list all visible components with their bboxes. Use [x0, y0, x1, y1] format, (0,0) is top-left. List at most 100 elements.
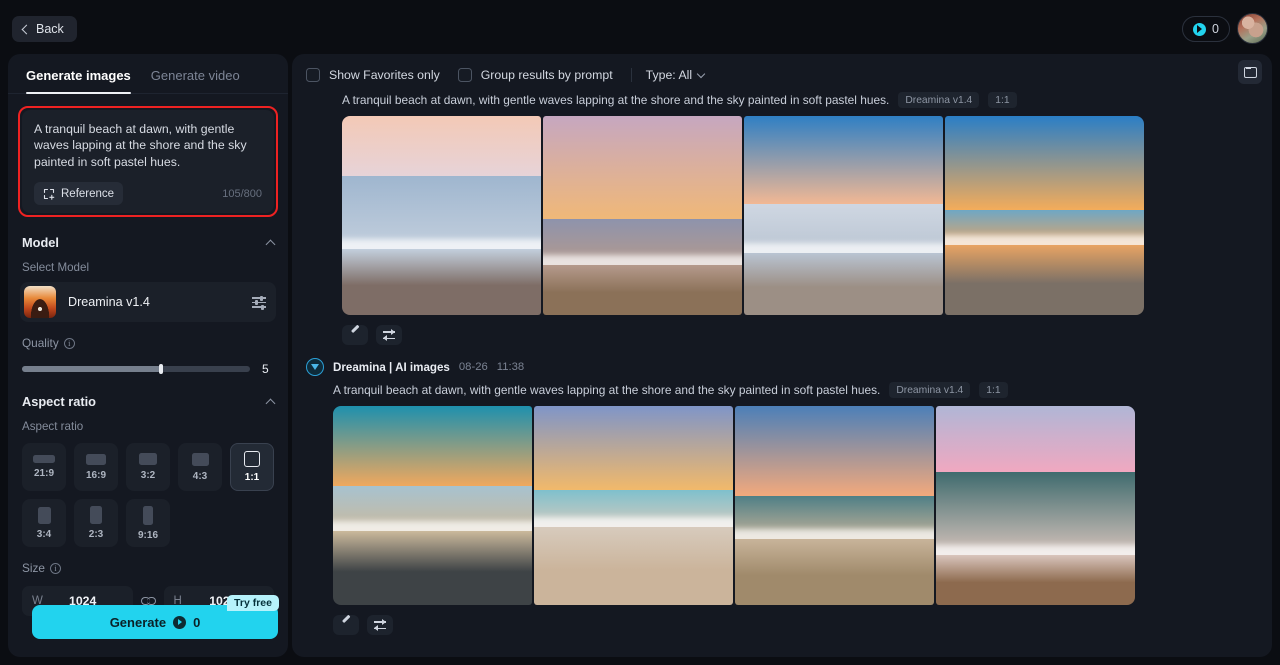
quality-slider[interactable]: [22, 364, 250, 374]
image-sand: [936, 555, 1135, 605]
select-model-label: Select Model: [22, 261, 90, 274]
result-image-purple-sunset-beach[interactable]: [543, 116, 742, 315]
prompt-box[interactable]: A tranquil beach at dawn, with gentle wa…: [22, 110, 274, 213]
quality-slider-knob[interactable]: [158, 364, 163, 374]
swap-arrows-icon: [374, 619, 386, 631]
aspect-ratio-shape-icon: [143, 505, 153, 525]
result-image-pastel-blue-beach[interactable]: [342, 116, 541, 315]
chevron-up-icon[interactable]: [265, 398, 276, 408]
back-button-label: Back: [36, 22, 64, 36]
credits-badge[interactable]: 0: [1182, 16, 1230, 42]
group-by-prompt-label: Group results by prompt: [480, 68, 613, 82]
image-sand: [333, 531, 532, 605]
result-row-actions: [306, 315, 1258, 345]
sliders-icon[interactable]: [252, 295, 266, 310]
pencil-icon: [350, 330, 361, 341]
generate-button[interactable]: Generate 0 Try free: [32, 595, 279, 639]
coin-icon: [173, 615, 187, 629]
size-label: Size: [22, 561, 45, 575]
image-sky: [936, 406, 1135, 472]
aspect-ratio-label: 2:3: [88, 529, 104, 540]
type-filter-dropdown[interactable]: Type: All: [646, 68, 706, 82]
quality-slider-fill: [22, 366, 162, 372]
group-by-prompt-filter[interactable]: Group results by prompt: [457, 68, 613, 82]
result-prompt-text: A tranquil beach at dawn, with gentle wa…: [342, 93, 890, 107]
folder-button[interactable]: [1238, 60, 1262, 84]
aspect-ratio-shape-icon: [90, 506, 102, 524]
edit-button[interactable]: [333, 615, 359, 635]
aspect-ratio-shape-icon: [33, 455, 55, 463]
top-bar: Back 0: [0, 0, 1280, 52]
tab-generate-images[interactable]: Generate images: [26, 68, 131, 94]
edit-button[interactable]: [342, 325, 368, 345]
aspect-ratio-shape-icon: [86, 453, 106, 465]
result-ratio-badge: 1:1: [979, 382, 1008, 398]
result-image-row: [306, 398, 1258, 605]
favorites-filter[interactable]: Show Favorites only: [306, 68, 440, 82]
coin-icon: [1193, 22, 1206, 36]
folder-icon: [1243, 66, 1257, 78]
image-sand: [744, 253, 943, 315]
result-image-pink-pastel-surf[interactable]: [936, 406, 1135, 605]
model-section-title: Model: [22, 235, 59, 250]
result-image-breaking-wave-beach[interactable]: [534, 406, 733, 605]
aspect-ratio-16-9[interactable]: 16:9: [74, 443, 118, 491]
image-sand: [543, 265, 742, 315]
tab-generate-video-label: Generate video: [150, 68, 240, 83]
aspect-ratio-grid: 21:9 16:9 3:2 4:3 1:1 3:4 2:3 9:16: [8, 433, 288, 547]
aspect-ratio-1-1[interactable]: 1:1: [230, 443, 274, 491]
results-scroll-area[interactable]: A tranquil beach at dawn, with gentle wa…: [292, 86, 1272, 657]
group-by-prompt-checkbox[interactable]: [457, 68, 472, 82]
back-button[interactable]: Back: [12, 16, 77, 42]
credits-value: 0: [1212, 22, 1219, 36]
swap-arrows-icon: [383, 329, 395, 341]
quality-label: Quality: [22, 336, 59, 350]
size-label-row: Size i: [8, 561, 288, 575]
aspect-ratio-label: 3:4: [36, 528, 52, 540]
aspect-ratio-4-3[interactable]: 4:3: [178, 443, 222, 491]
result-group-time: 11:38: [496, 361, 525, 373]
aspect-ratio-2-3[interactable]: 2:3: [74, 499, 118, 547]
info-icon[interactable]: i: [63, 337, 75, 349]
regenerate-button[interactable]: [376, 325, 402, 345]
avatar[interactable]: [1237, 13, 1268, 44]
regenerate-button[interactable]: [367, 615, 393, 635]
image-sky: [744, 116, 943, 204]
aspect-ratio-shape-icon: [37, 506, 51, 524]
results-toolbar: Show Favorites only Group results by pro…: [292, 54, 1272, 86]
chevron-up-icon[interactable]: [265, 239, 276, 249]
reference-button[interactable]: Reference: [34, 182, 124, 205]
result-group: Dreamina | AI images 08-26 11:38 A tranquil…: [292, 345, 1272, 635]
aspect-ratio-label: Aspect ratio: [22, 420, 84, 433]
aspect-ratio-3-4[interactable]: 3:4: [22, 499, 66, 547]
results-panel: Show Favorites only Group results by pro…: [292, 54, 1272, 657]
prompt-input[interactable]: A tranquil beach at dawn, with gentle wa…: [34, 121, 262, 171]
info-icon[interactable]: i: [49, 562, 61, 574]
aspect-ratio-9-16[interactable]: 9:16: [126, 499, 170, 547]
image-sand: [945, 245, 1144, 315]
sidebar-tabs: Generate images Generate video: [8, 54, 288, 94]
quality-slider-row: 5: [8, 362, 288, 376]
result-image-teal-dawn-beach[interactable]: [333, 406, 532, 605]
result-image-golden-sunset-beach[interactable]: [945, 116, 1144, 315]
tab-generate-video[interactable]: Generate video: [151, 68, 240, 93]
result-image-blue-hour-shoreline[interactable]: [744, 116, 943, 315]
chevron-left-icon: [21, 24, 32, 34]
image-sky: [945, 116, 1144, 210]
aspect-ratio-label: 4:3: [192, 470, 208, 482]
result-image-mountain-sunset-surf[interactable]: [735, 406, 934, 605]
reference-button-label: Reference: [61, 187, 115, 200]
result-ratio-badge: 1:1: [988, 92, 1017, 108]
aspect-ratio-shape-icon: [191, 452, 209, 466]
sidebar-panel: Generate images Generate video A tranqui…: [8, 54, 288, 657]
aspect-ratio-21-9[interactable]: 21:9: [22, 443, 66, 491]
result-group-title: Dreamina | AI images: [333, 360, 450, 374]
image-sky: [735, 406, 934, 496]
aspect-ratio-3-2[interactable]: 3:2: [126, 443, 170, 491]
image-sand: [735, 539, 934, 605]
tab-generate-images-label: Generate images: [26, 68, 131, 83]
model-selector[interactable]: Dreamina v1.4: [20, 282, 276, 322]
quality-label-row: Quality i: [8, 336, 288, 350]
quality-value: 5: [262, 362, 269, 376]
favorites-checkbox[interactable]: [306, 68, 320, 82]
